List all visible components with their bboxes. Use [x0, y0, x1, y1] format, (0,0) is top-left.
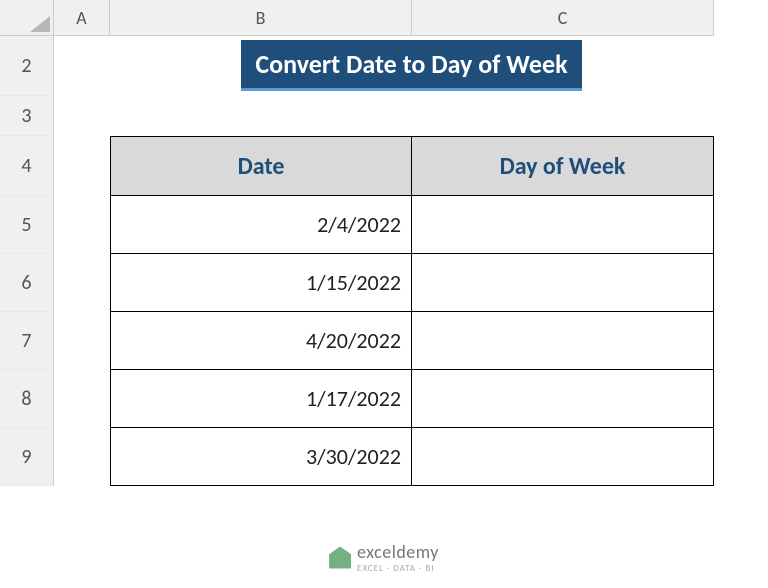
- dow-cell[interactable]: [412, 370, 714, 428]
- row-head-4[interactable]: 4: [0, 136, 54, 196]
- row-head-7[interactable]: 7: [0, 312, 54, 370]
- row-head-6[interactable]: 6: [0, 254, 54, 312]
- title-cell[interactable]: Convert Date to Day of Week: [110, 36, 714, 96]
- date-cell[interactable]: 2/4/2022: [110, 196, 412, 254]
- col-head-b[interactable]: B: [110, 0, 412, 36]
- cell-a3[interactable]: [54, 96, 110, 136]
- row-head-9[interactable]: 9: [0, 428, 54, 486]
- dow-cell[interactable]: [412, 196, 714, 254]
- cell-a8[interactable]: [54, 370, 110, 428]
- row-head-3[interactable]: 3: [0, 96, 54, 136]
- date-cell[interactable]: 1/17/2022: [110, 370, 412, 428]
- cell-a7[interactable]: [54, 312, 110, 370]
- row-head-5[interactable]: 5: [0, 196, 54, 254]
- page-title: Convert Date to Day of Week: [241, 40, 581, 91]
- dow-cell[interactable]: [412, 428, 714, 486]
- cell-a5[interactable]: [54, 196, 110, 254]
- cell-a6[interactable]: [54, 254, 110, 312]
- row-head-8[interactable]: 8: [0, 370, 54, 428]
- cell-a9[interactable]: [54, 428, 110, 486]
- date-cell[interactable]: 3/30/2022: [110, 428, 412, 486]
- watermark-logo-icon: [329, 547, 351, 569]
- select-all-corner[interactable]: [0, 0, 54, 36]
- row-head-2[interactable]: 2: [0, 36, 54, 96]
- cell-a4[interactable]: [54, 136, 110, 196]
- watermark-name: exceldemy: [357, 541, 439, 563]
- header-date[interactable]: Date: [110, 136, 412, 196]
- watermark: exceldemy EXCEL · DATA · BI: [329, 541, 439, 574]
- col-head-c[interactable]: C: [412, 0, 714, 36]
- date-cell[interactable]: 1/15/2022: [110, 254, 412, 312]
- header-day-of-week[interactable]: Day of Week: [412, 136, 714, 196]
- cell-a2[interactable]: [54, 36, 110, 96]
- date-cell[interactable]: 4/20/2022: [110, 312, 412, 370]
- cell-b3[interactable]: [110, 96, 412, 136]
- col-head-a[interactable]: A: [54, 0, 110, 36]
- spreadsheet-grid: A B C 2 Convert Date to Day of Week 3 4 …: [0, 0, 768, 486]
- watermark-tagline: EXCEL · DATA · BI: [357, 563, 439, 574]
- dow-cell[interactable]: [412, 312, 714, 370]
- dow-cell[interactable]: [412, 254, 714, 312]
- cell-c3[interactable]: [412, 96, 714, 136]
